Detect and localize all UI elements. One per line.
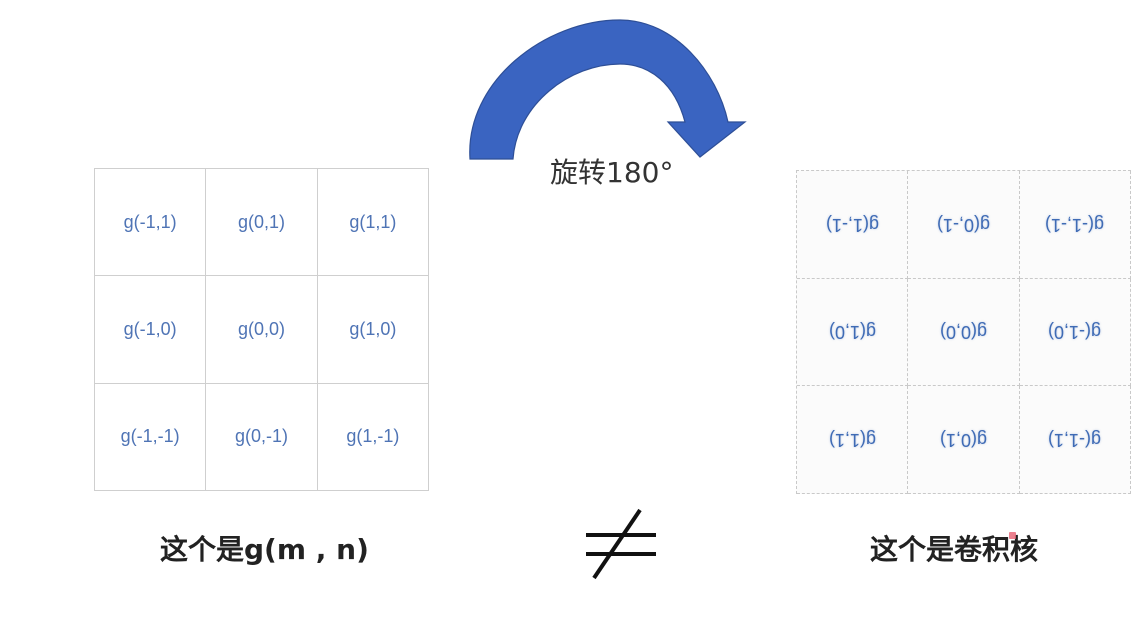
kernel-cell: g(0,-1) [908, 171, 1020, 279]
kernel-cell: g(-1,1) [1019, 386, 1131, 494]
kernel-cell: g(-1,0) [1019, 278, 1131, 387]
kernel-cell-text: g(0,1) [939, 430, 987, 451]
kernel-cell-text: g(1,1) [828, 430, 876, 451]
kernel-cell: g(0,0) [908, 278, 1020, 387]
kernel-cell: g(1,1) [797, 386, 909, 494]
grid-cell: g(-1,0) [95, 276, 207, 384]
kernel-cell-text: g(0,-1) [936, 214, 990, 235]
original-function-grid: g(-1,1) g(0,1) g(1,1) g(-1,0) g(0,0) g(1… [94, 168, 429, 491]
not-equal-icon [586, 508, 656, 580]
grid-cell: g(1,1) [317, 169, 429, 277]
rotate-arrow-icon [469, 19, 747, 160]
grid-cell: g(1,-1) [317, 383, 429, 491]
kernel-cell: g(0,1) [908, 386, 1020, 494]
grid-cell: g(1,0) [317, 276, 429, 384]
kernel-cell-text: g(-1,1) [1048, 430, 1102, 451]
kernel-cell: g(1,-1) [797, 171, 909, 279]
grid-cell: g(0,0) [206, 276, 318, 384]
rotation-label: 旋转180° [550, 156, 674, 189]
grid-cell: g(-1,-1) [95, 383, 207, 491]
grid-cell: g(0,1) [206, 169, 318, 277]
kernel-cell: g(-1,-1) [1019, 171, 1131, 279]
convolution-kernel-grid: g(1,-1) g(0,-1) g(-1,-1) g(1,0) g(0,0) g… [796, 170, 1131, 494]
kernel-cell-text: g(0,0) [939, 322, 987, 343]
kernel-cell-text: g(-1,-1) [1045, 214, 1105, 235]
left-caption: 这个是g(m , n) [160, 533, 369, 566]
kernel-cell-text: g(1,0) [828, 322, 876, 343]
grid-cell: g(-1,1) [95, 169, 207, 277]
kernel-cell-text: g(-1,0) [1048, 322, 1102, 343]
kernel-cell: g(1,0) [797, 278, 909, 387]
cursor-marker-icon [1009, 532, 1016, 539]
grid-cell: g(0,-1) [206, 383, 318, 491]
kernel-cell-text: g(1,-1) [825, 214, 879, 235]
